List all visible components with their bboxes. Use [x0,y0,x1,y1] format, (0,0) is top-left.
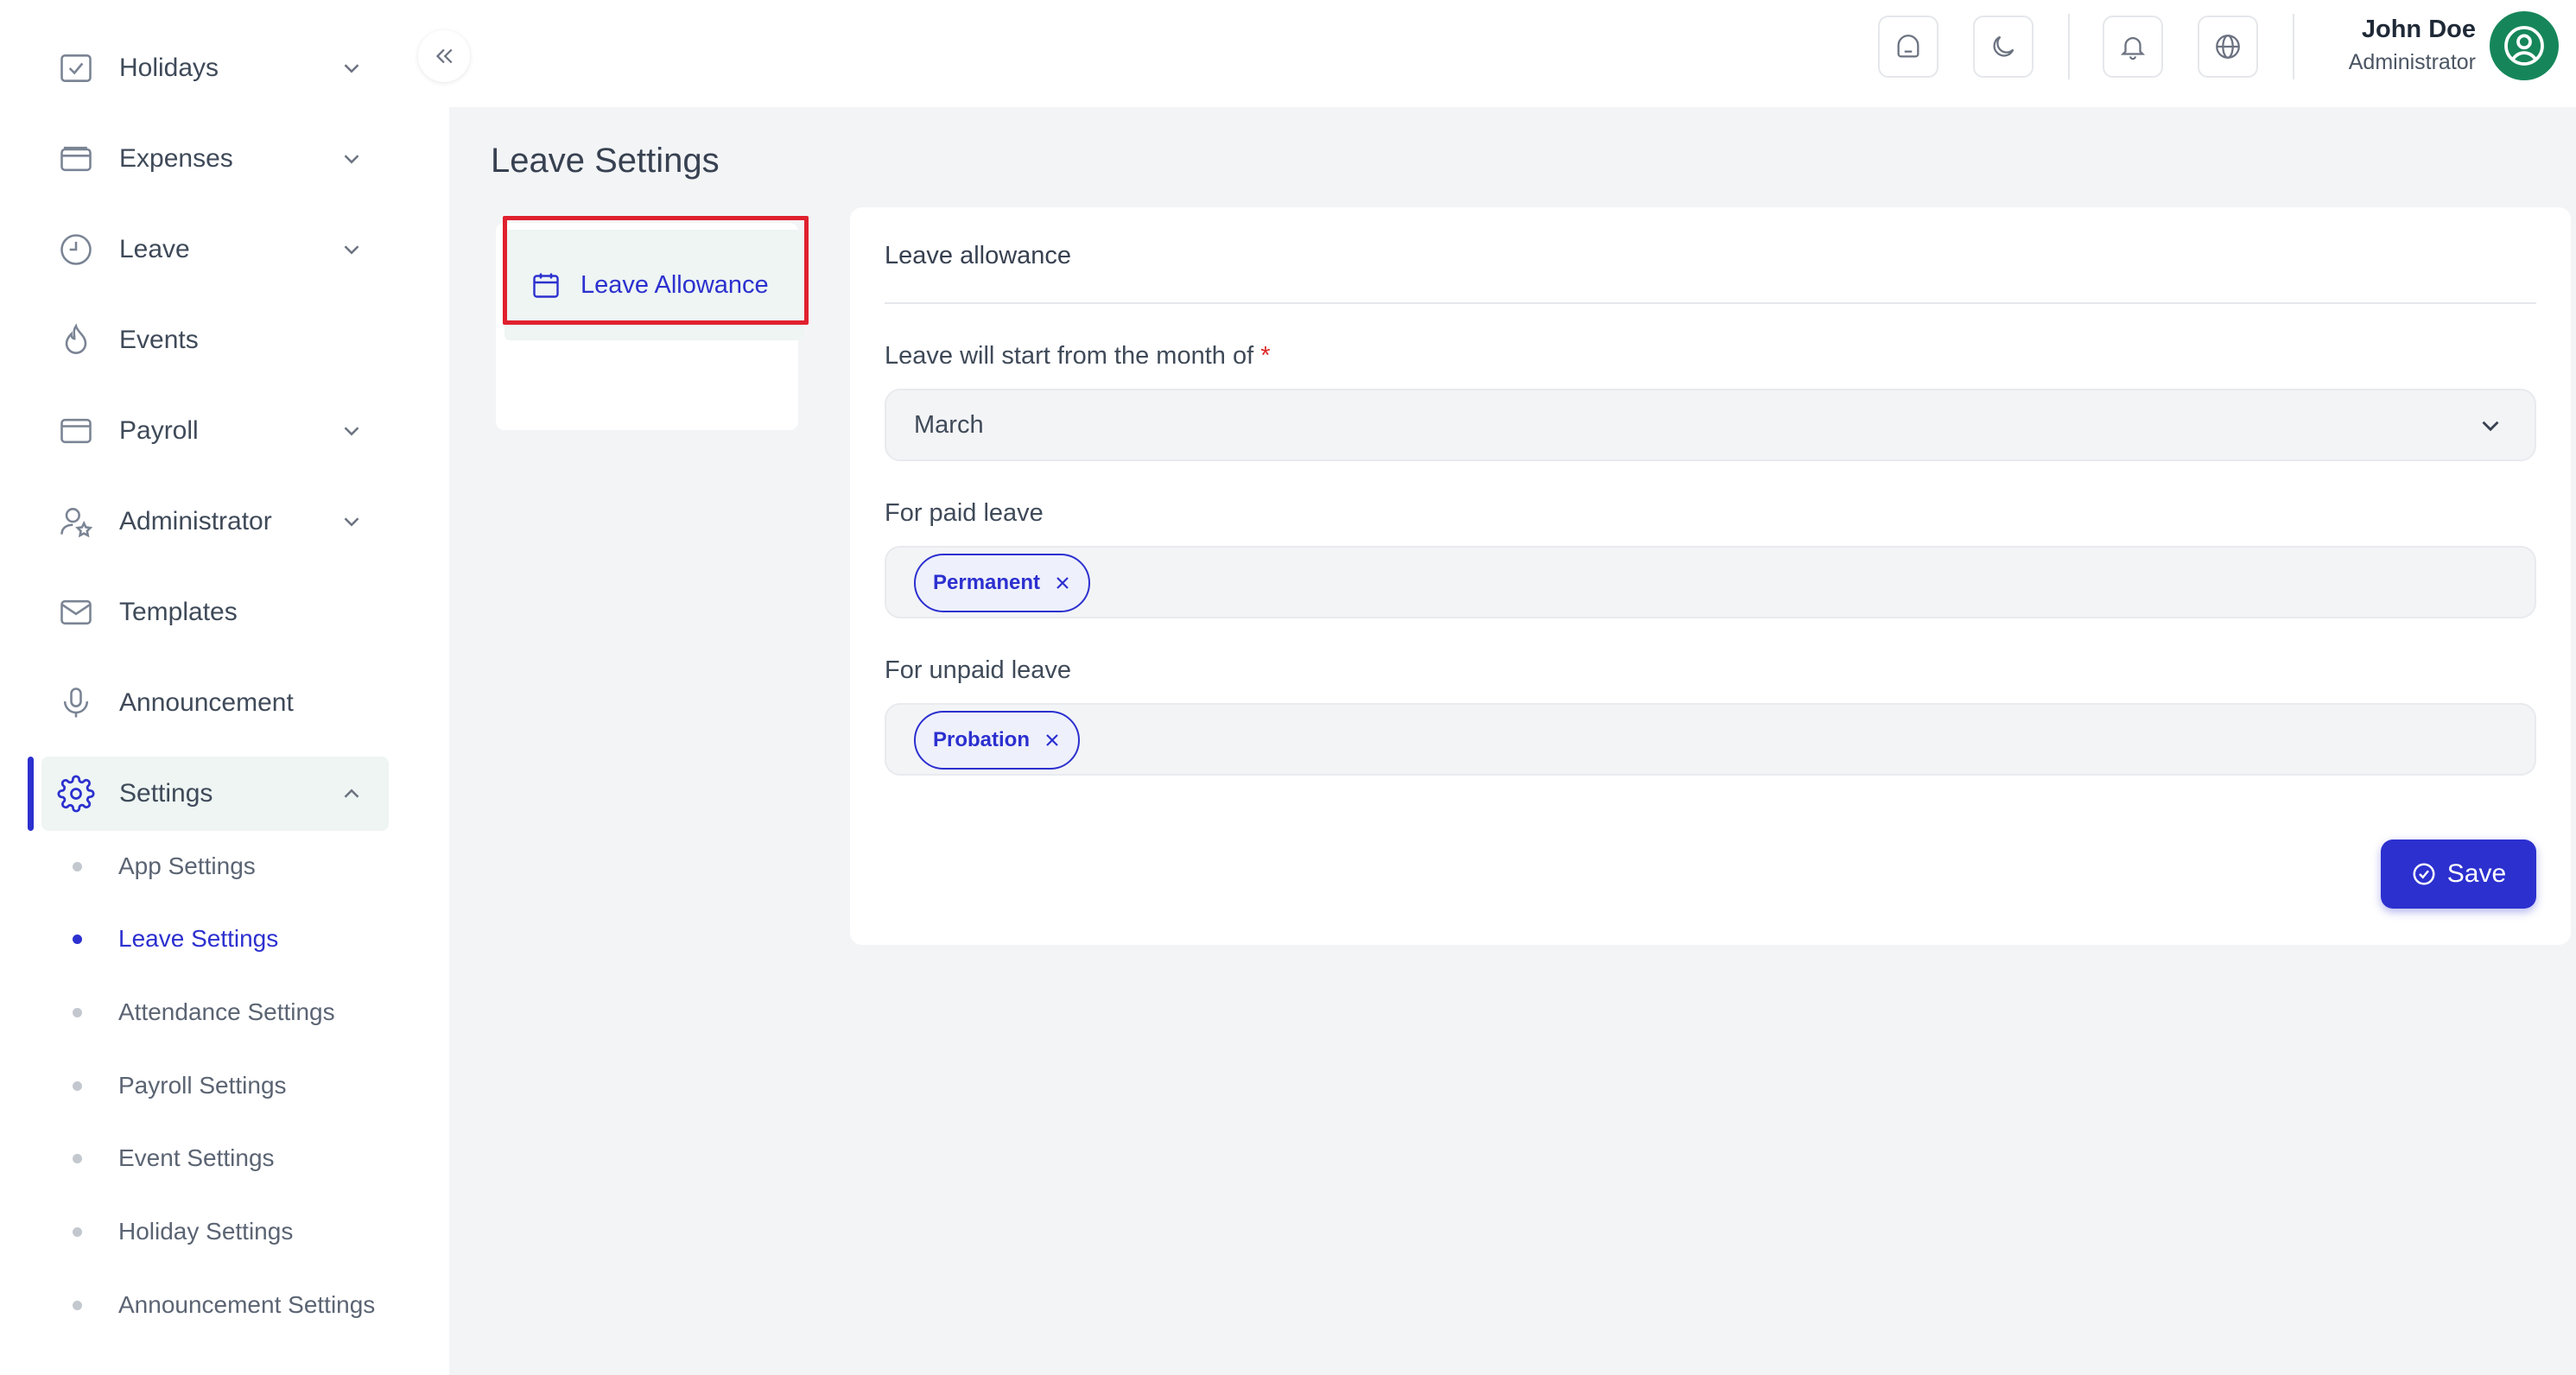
sidebar-item-label: Payroll [119,416,199,445]
settings-sub-payroll-settings[interactable]: Payroll Settings [73,1064,287,1107]
sidebar-item-leave[interactable]: Leave [41,212,389,287]
sidebar-item-label: Announcement [119,688,294,717]
theme-toggle-button[interactable] [1973,16,2034,78]
chevron-down-icon [2476,411,2505,440]
bullet-dot [73,1226,82,1237]
collapse-sidebar-button[interactable] [418,30,470,82]
bullet-dot [73,1080,82,1091]
sidebar-item-label: Administrator [119,507,272,535]
sub-item-label: Leave Settings [118,925,279,952]
sidebar-item-label: Expenses [119,144,233,173]
moon-icon [1989,32,2018,61]
sidebar-item-administrator[interactable]: Administrator [41,485,389,559]
chevron-down-icon [339,509,365,535]
notifications-button[interactable] [2103,16,2163,78]
required-mark: * [1260,342,1271,370]
clock-icon [57,231,95,269]
check-circle-icon [2411,861,2437,887]
paid-leave-label: For paid leave [885,499,1044,527]
settings-sub-announcement-settings[interactable]: Announcement Settings [73,1283,375,1327]
sub-item-label: App Settings [118,852,256,879]
chevrons-left-icon [431,43,457,69]
flame-icon [57,321,95,359]
sidebar-item-expenses[interactable]: Expenses [41,122,389,196]
highlight-box [503,216,809,325]
globe-icon [2213,32,2243,61]
topbar: John Doe Administrator [449,0,2576,107]
sidebar-item-label: Settings [119,779,213,808]
page-title: Leave Settings [491,142,720,180]
sub-item-label: Attendance Settings [118,998,335,1025]
user-name[interactable]: John Doe [2362,16,2476,44]
unpaid-leave-multiselect[interactable]: Probation [885,703,2536,776]
sidebar: Holidays Expenses Leave Events Payroll A… [0,0,449,1375]
chevron-down-icon [339,237,365,263]
tag-label: Permanent [933,571,1041,594]
active-indicator [28,757,34,831]
mail-icon [57,593,95,631]
sub-item-label: Payroll Settings [118,1072,287,1099]
bullet-dot [73,1300,82,1310]
sidebar-item-payroll[interactable]: Payroll [41,394,389,468]
gear-icon [57,775,95,813]
unpaid-leave-label: For unpaid leave [885,656,1072,684]
sidebar-item-settings[interactable]: Settings [41,757,389,831]
chevron-up-icon [339,781,365,807]
settings-sub-app-settings[interactable]: App Settings [73,845,256,888]
home-button[interactable] [1878,16,1938,78]
bullet-dot [73,1153,82,1163]
wallet-icon [57,140,95,178]
sidebar-item-label: Templates [119,598,238,626]
sidebar-item-announcement[interactable]: Announcement [41,666,389,740]
start-month-label-text: Leave will start from the month of [885,342,1254,370]
tag-chip: Permanent [914,554,1091,612]
bullet-dot [73,861,82,871]
close-icon[interactable] [1042,730,1063,751]
bullet-dot [73,1007,82,1017]
sidebar-item-holidays[interactable]: Holidays [41,31,389,105]
sub-item-label: Holiday Settings [118,1218,294,1245]
sidebar-item-events[interactable]: Events [41,303,389,377]
divider [2293,14,2294,79]
credit-card-icon [57,412,95,450]
paid-leave-multiselect[interactable]: Permanent [885,546,2536,618]
chevron-down-icon [339,55,365,81]
sidebar-item-templates[interactable]: Templates [41,575,389,649]
calendar-check-icon [57,49,95,87]
settings-sub-attendance-settings[interactable]: Attendance Settings [73,991,335,1034]
tag-label: Probation [933,728,1030,751]
start-month-select[interactable]: March [885,389,2536,461]
home-icon [1894,32,1923,61]
bullet-dot [73,934,82,944]
chevron-down-icon [339,146,365,172]
chevron-down-icon [339,418,365,444]
leave-allowance-card: Leave allowance Leave will start from th… [850,207,2571,945]
card-title: Leave allowance [885,242,1072,269]
select-value: March [914,411,984,439]
sidebar-item-label: Holidays [119,54,219,82]
divider [2068,14,2070,79]
bell-icon [2118,32,2148,61]
user-role: Administrator [2348,50,2476,74]
user-star-icon [57,503,95,541]
save-label: Save [2446,859,2507,888]
divider [885,302,2536,304]
tag-chip: Probation [914,711,1080,770]
user-circle-icon [2500,22,2548,70]
sidebar-item-label: Events [119,326,199,354]
language-button[interactable] [2198,16,2258,78]
settings-sub-event-settings[interactable]: Event Settings [73,1137,275,1180]
microphone-icon [57,684,95,722]
settings-sub-holiday-settings[interactable]: Holiday Settings [73,1210,293,1253]
sidebar-item-label: Leave [119,235,190,263]
start-month-label: Leave will start from the month of * [885,342,1271,371]
settings-sub-leave-settings[interactable]: Leave Settings [73,917,278,960]
sub-item-label: Event Settings [118,1144,275,1171]
save-button[interactable]: Save [2381,840,2536,909]
close-icon[interactable] [1052,573,1073,593]
sub-item-label: Announcement Settings [118,1291,376,1318]
avatar[interactable] [2490,11,2559,80]
